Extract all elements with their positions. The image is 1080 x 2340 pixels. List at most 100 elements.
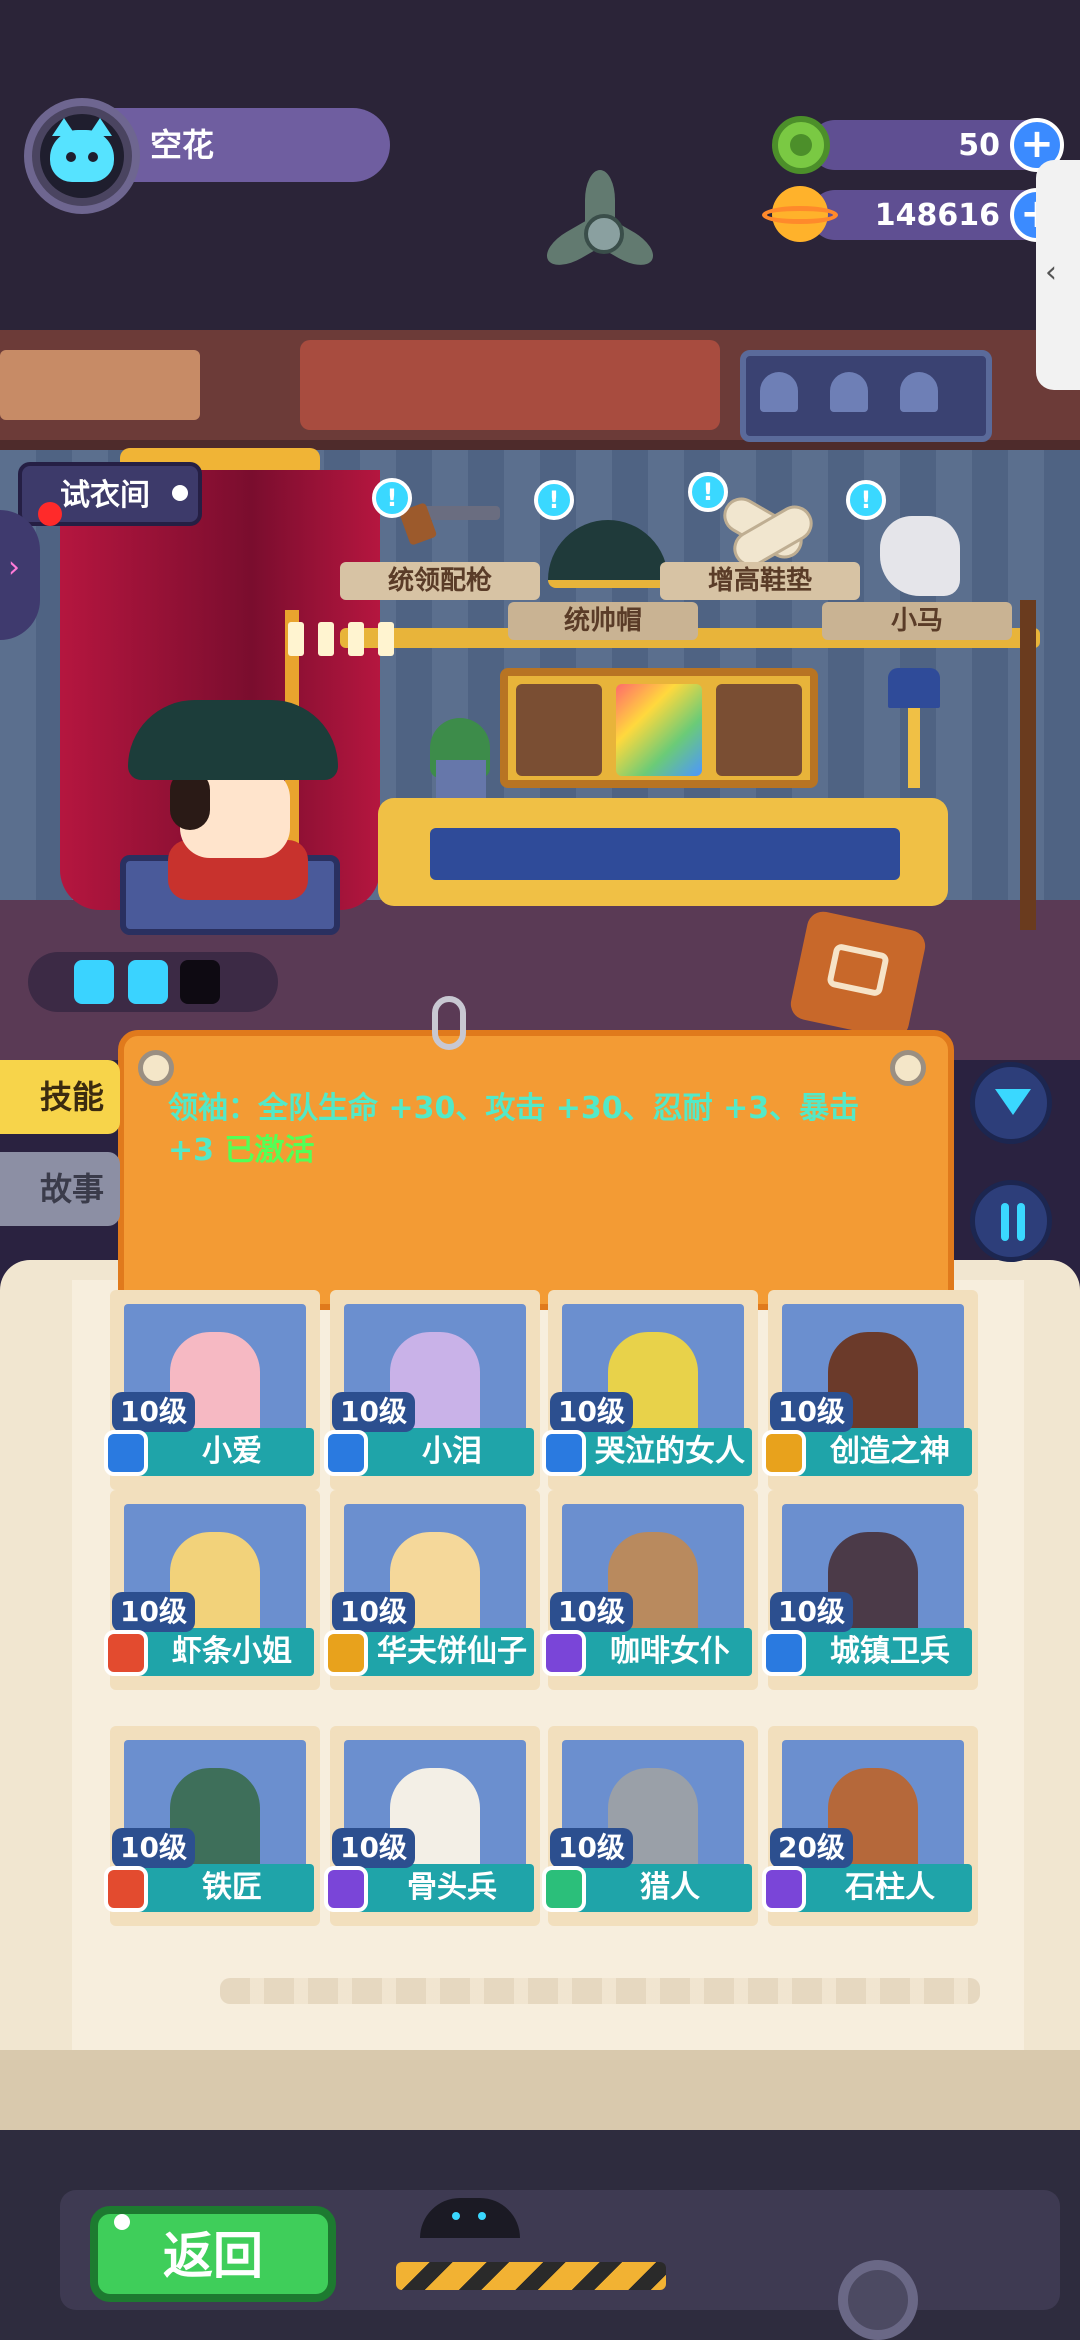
character-name: 石柱人	[845, 1870, 935, 1905]
character-name: 小爱	[202, 1434, 262, 1469]
character-name: 哭泣的女人	[595, 1434, 745, 1469]
candle	[348, 622, 364, 656]
class-badge-icon	[542, 1430, 586, 1476]
pony-icon[interactable]	[880, 516, 960, 596]
portrait	[716, 684, 802, 776]
hazard-stripe	[396, 2262, 666, 2290]
ghost-icon	[830, 372, 868, 412]
class-badge-icon	[324, 1430, 368, 1476]
character-level: 10级	[770, 1592, 853, 1632]
class-badge-icon	[762, 1630, 806, 1676]
filter-icon	[995, 1089, 1031, 1115]
coat-rack	[1020, 600, 1036, 930]
side-drawer-handle[interactable]	[1036, 160, 1080, 390]
left-expand-tab[interactable]	[0, 510, 40, 640]
chevron-left-icon: ‹	[1045, 255, 1057, 290]
notification-dot	[38, 502, 62, 526]
candle	[378, 622, 394, 656]
item-tag-hat[interactable]: 统帅帽	[508, 602, 698, 640]
tab-skill-label: 技能	[40, 1078, 105, 1116]
character-card[interactable]: 小泪 10级	[324, 1290, 540, 1502]
character-level: 10级	[112, 1392, 195, 1432]
class-badge-icon	[324, 1866, 368, 1912]
hint-bubble-icon[interactable]: !	[372, 478, 412, 518]
character-level: 10级	[770, 1392, 853, 1432]
class-badge-icon	[104, 1630, 148, 1676]
hint-bubble-icon[interactable]: !	[846, 480, 886, 520]
skill-description: 领袖：全队生命 +30、攻击 +30、忍耐 +3、暴击 +3 已激活	[168, 1088, 908, 1172]
class-badge-icon	[104, 1430, 148, 1476]
character-card[interactable]: 城镇卫兵 10级	[762, 1490, 978, 1702]
character-name: 咖啡女仆	[610, 1634, 730, 1669]
character-level: 10级	[112, 1828, 195, 1868]
character-name: 城镇卫兵	[830, 1634, 950, 1669]
fitting-room-label: 试衣间	[60, 478, 150, 513]
pin-icon	[138, 1050, 174, 1086]
energy-cell-full	[128, 960, 168, 1004]
item-tag-pony[interactable]: 小马	[822, 602, 1012, 640]
character-bicorne[interactable]	[128, 700, 338, 780]
ghost-icon	[900, 372, 938, 412]
character-name: 虾条小姐	[172, 1634, 292, 1669]
hint-bubble-icon[interactable]: !	[688, 472, 728, 512]
character-level: 10级	[332, 1592, 415, 1632]
candle	[288, 622, 304, 656]
item-tag-insole[interactable]: 增高鞋垫	[660, 562, 860, 600]
portrait-rainbow	[616, 684, 702, 776]
character-level: 10级	[550, 1392, 633, 1432]
character-card[interactable]: 哭泣的女人 10级	[542, 1290, 758, 1502]
back-button-label: 返回	[163, 2227, 263, 2285]
control-panel	[0, 350, 200, 420]
plant-pot	[436, 760, 486, 800]
hint-bubble-icon[interactable]: !	[534, 480, 574, 520]
character-card[interactable]: 铁匠 10级	[104, 1726, 320, 1938]
class-badge-icon	[762, 1430, 806, 1476]
sort-button[interactable]	[970, 1180, 1052, 1262]
fan-icon	[540, 170, 660, 290]
machine-housing	[300, 340, 720, 430]
lamp-icon	[888, 668, 940, 798]
character-card[interactable]: 创造之神 10级	[762, 1290, 978, 1502]
sort-icon	[999, 1203, 1029, 1243]
indicator-dot	[172, 485, 188, 501]
character-name: 创造之神	[830, 1434, 950, 1469]
insole-icon[interactable]	[716, 490, 820, 574]
gem-amount: 50	[958, 128, 1000, 163]
character-card[interactable]: 咖啡女仆 10级	[542, 1490, 758, 1702]
desk-drawers	[430, 828, 900, 880]
class-badge-icon	[762, 1866, 806, 1912]
character-card[interactable]: 虾条小姐 10级	[104, 1490, 320, 1702]
coin-amount: 148616	[874, 198, 1000, 233]
portrait	[516, 684, 602, 776]
character-name: 猎人	[640, 1870, 700, 1905]
character-name: 小泪	[422, 1434, 482, 1469]
paperclip-icon	[432, 996, 466, 1050]
blurred-text-line	[220, 1978, 980, 2004]
character-level: 10级	[332, 1392, 415, 1432]
creature-eye	[478, 2212, 486, 2220]
player-name: 空花	[150, 126, 215, 164]
class-badge-icon	[542, 1866, 586, 1912]
gear-icon	[838, 2260, 918, 2340]
character-level: 10级	[112, 1592, 195, 1632]
character-card[interactable]: 小爱 10级	[104, 1290, 320, 1502]
character-card[interactable]: 华夫饼仙子 10级	[324, 1490, 540, 1702]
class-badge-icon	[104, 1866, 148, 1912]
character-name: 铁匠	[202, 1870, 262, 1905]
energy-cell-full	[74, 960, 114, 1004]
character-card[interactable]: 石柱人 20级	[762, 1726, 978, 1938]
ghost-icon	[760, 372, 798, 412]
class-badge-icon	[542, 1630, 586, 1676]
cat-avatar-icon	[50, 118, 114, 182]
character-card[interactable]: 猎人 10级	[542, 1726, 758, 1938]
item-tag-pistol[interactable]: 统领配枪	[340, 562, 540, 600]
filter-button[interactable]	[970, 1062, 1052, 1144]
tab-story-label: 故事	[40, 1170, 105, 1208]
character-level: 10级	[550, 1592, 633, 1632]
character-card[interactable]: 骨头兵 10级	[324, 1726, 540, 1938]
character-name: 华夫饼仙子	[377, 1634, 527, 1669]
character-name: 骨头兵	[407, 1870, 497, 1905]
character-level: 10级	[550, 1828, 633, 1868]
chevron-right-icon: ›	[8, 550, 20, 585]
character-level: 10级	[332, 1828, 415, 1868]
